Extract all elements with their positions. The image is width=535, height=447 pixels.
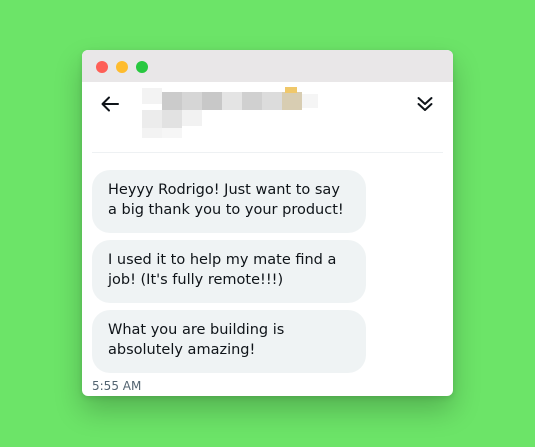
- message-timestamp: 5:55 AM: [92, 379, 142, 393]
- close-window-button[interactable]: [96, 61, 108, 73]
- zoom-window-button[interactable]: [136, 61, 148, 73]
- double-chevron-down-icon: [417, 97, 433, 111]
- message-bubble: I used it to help my mate find a job! (I…: [92, 240, 366, 303]
- contact-name-blurred: [142, 86, 322, 140]
- window-titlebar: [82, 50, 453, 82]
- back-button[interactable]: [98, 92, 122, 116]
- dm-window: Heyyy Rodrigo! Just want to say a big th…: [82, 50, 453, 396]
- conversation-header: [82, 82, 453, 152]
- header-divider: [92, 152, 443, 153]
- collapse-conversation-button[interactable]: [413, 92, 437, 116]
- message-bubble: Heyyy Rodrigo! Just want to say a big th…: [92, 170, 366, 233]
- minimize-window-button[interactable]: [116, 61, 128, 73]
- message-bubble: What you are building is absolutely amaz…: [92, 310, 366, 373]
- arrow-left-icon: [101, 96, 119, 112]
